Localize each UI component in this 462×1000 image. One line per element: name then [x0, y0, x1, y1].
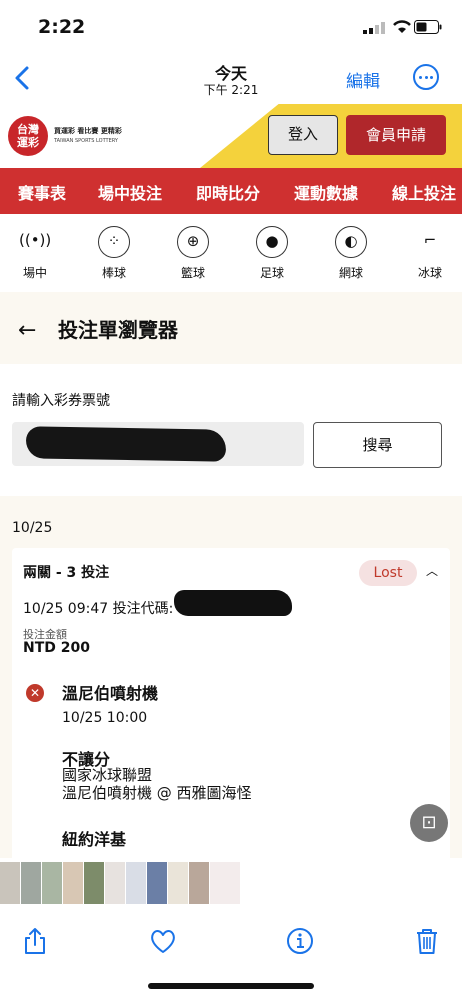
info-icon[interactable] [285, 926, 315, 956]
nav-item-live-betting[interactable]: 場中投注 [98, 180, 162, 204]
page-title: 投注單瀏覽器 [58, 318, 178, 342]
photo-time-subtitle: 下午 2:21 [203, 83, 259, 97]
photos-toolbar [0, 908, 462, 1000]
thumbnail-current[interactable] [210, 862, 240, 904]
site-logo[interactable]: 台灣 運彩 [8, 116, 48, 156]
sport-label: 網球 [338, 266, 363, 280]
home-indicator [148, 983, 314, 989]
heart-icon[interactable] [148, 926, 178, 956]
sports-tabs: ((•)) 場中 ⁘ 棒球 ⊕ 籃球 ● 足球 ◐ 網球 ⌐ 冰球 [0, 214, 462, 292]
login-button[interactable]: 登入 [268, 115, 338, 155]
thumbnail[interactable] [42, 862, 62, 904]
back-arrow-icon[interactable]: ← [18, 318, 36, 343]
logo-line2: 運彩 [17, 136, 39, 149]
sport-tab-tennis[interactable]: ◐ 網球 [321, 226, 381, 281]
status-bar: 2:22 [0, 0, 462, 52]
thumbnail[interactable] [105, 862, 125, 904]
soccer-icon: ● [256, 226, 288, 258]
date-header: 10/25 [12, 520, 53, 536]
logo-english: TAIWAN SPORTS LOTTERY [54, 138, 118, 144]
search-button[interactable]: 搜尋 [313, 422, 442, 468]
sport-tab-soccer[interactable]: ● 足球 [242, 226, 302, 281]
sport-label: 籃球 [180, 266, 205, 280]
photo-content: 台灣 運彩 買運彩 看比賽 更精彩 TAIWAN SPORTS LOTTERY … [0, 104, 462, 858]
sport-tab-hockey[interactable]: ⌐ 冰球 [400, 226, 460, 281]
selection-time: 10/25 10:00 [62, 710, 148, 726]
nav-item-online-betting[interactable]: 線上投注 [392, 180, 456, 204]
basketball-icon: ⊕ [177, 226, 209, 258]
thumbnail[interactable] [168, 862, 188, 904]
wifi-icon [393, 20, 411, 33]
ticket-number-input[interactable] [12, 422, 304, 466]
amount-value: NTD 200 [23, 640, 90, 656]
selection-match: 溫尼伯噴射機 @ 西雅圖海怪 [62, 784, 252, 802]
redaction-scribble [25, 426, 227, 462]
thumbnail[interactable] [84, 862, 104, 904]
sport-tab-live[interactable]: ((•)) 場中 [5, 226, 65, 281]
main-nav: 賽事表 場中投注 即時比分 運動數據 線上投注 [0, 168, 462, 214]
next-selection-team: 紐約洋基 [62, 830, 127, 849]
hockey-icon: ⌐ [423, 231, 437, 249]
thumbnail[interactable] [147, 862, 167, 904]
thumbnail-strip [0, 858, 462, 908]
ticket-search: 請輸入彩券票號 搜尋 [0, 364, 462, 496]
ticket-input-label: 請輸入彩券票號 [12, 393, 110, 409]
thumbnail[interactable] [126, 862, 146, 904]
thumbnail[interactable] [21, 862, 41, 904]
chevron-up-icon[interactable]: ︿ [426, 562, 438, 579]
thumbnail[interactable] [63, 862, 83, 904]
redaction-scribble [174, 590, 292, 616]
sport-tab-baseball[interactable]: ⁘ 棒球 [84, 226, 144, 281]
sport-tab-basketball[interactable]: ⊕ 籃球 [163, 226, 223, 281]
selection-team: 溫尼伯噴射機 [62, 684, 159, 703]
photos-nav-bar: 今天 下午 2:21 編輯 [0, 52, 462, 104]
share-icon[interactable] [20, 926, 50, 956]
bet-card[interactable]: 兩關 - 3 投注 Lost ︿ 10/25 09:47 投注代碼: 1 投注金… [12, 548, 450, 858]
sport-label: 棒球 [101, 266, 126, 280]
status-badge: Lost [359, 560, 417, 586]
nav-item-schedule[interactable]: 賽事表 [18, 180, 66, 204]
lost-x-icon: ✕ [26, 684, 44, 702]
more-options-icon[interactable] [413, 64, 439, 90]
edit-button[interactable]: 編輯 [346, 67, 380, 92]
bet-placed-line: 10/25 09:47 投注代碼: 1 [23, 601, 187, 617]
bet-card-title: 兩關 - 3 投注 [23, 565, 110, 581]
battery-icon [414, 20, 442, 34]
bet-viewer-header: ← 投注單瀏覽器 [0, 292, 462, 364]
bet-list: 10/25 兩關 - 3 投注 Lost ︿ 10/25 09:47 投注代碼:… [0, 496, 462, 858]
sport-label: 冰球 [417, 266, 442, 280]
live-icon: ((•)) [19, 231, 52, 249]
logo-slogan: 買運彩 看比賽 更精彩 [54, 127, 122, 135]
baseball-icon: ⁘ [98, 226, 130, 258]
live-text-scan-icon[interactable]: ⊡ [410, 804, 448, 842]
site-header: 台灣 運彩 買運彩 看比賽 更精彩 TAIWAN SPORTS LOTTERY … [0, 104, 462, 168]
logo-line1: 台灣 [17, 123, 39, 136]
thumbnail[interactable] [189, 862, 209, 904]
trash-icon[interactable] [412, 926, 442, 956]
tennis-icon: ◐ [335, 226, 367, 258]
sport-label: 場中 [22, 266, 47, 280]
nav-item-sports-data[interactable]: 運動數據 [294, 180, 358, 204]
nav-item-live-score[interactable]: 即時比分 [196, 180, 260, 204]
thumbnail[interactable] [0, 862, 20, 904]
sport-label: 足球 [259, 266, 284, 280]
cellular-signal-icon [363, 22, 385, 34]
register-button[interactable]: 會員申請 [346, 115, 446, 155]
status-time: 2:22 [38, 16, 86, 38]
